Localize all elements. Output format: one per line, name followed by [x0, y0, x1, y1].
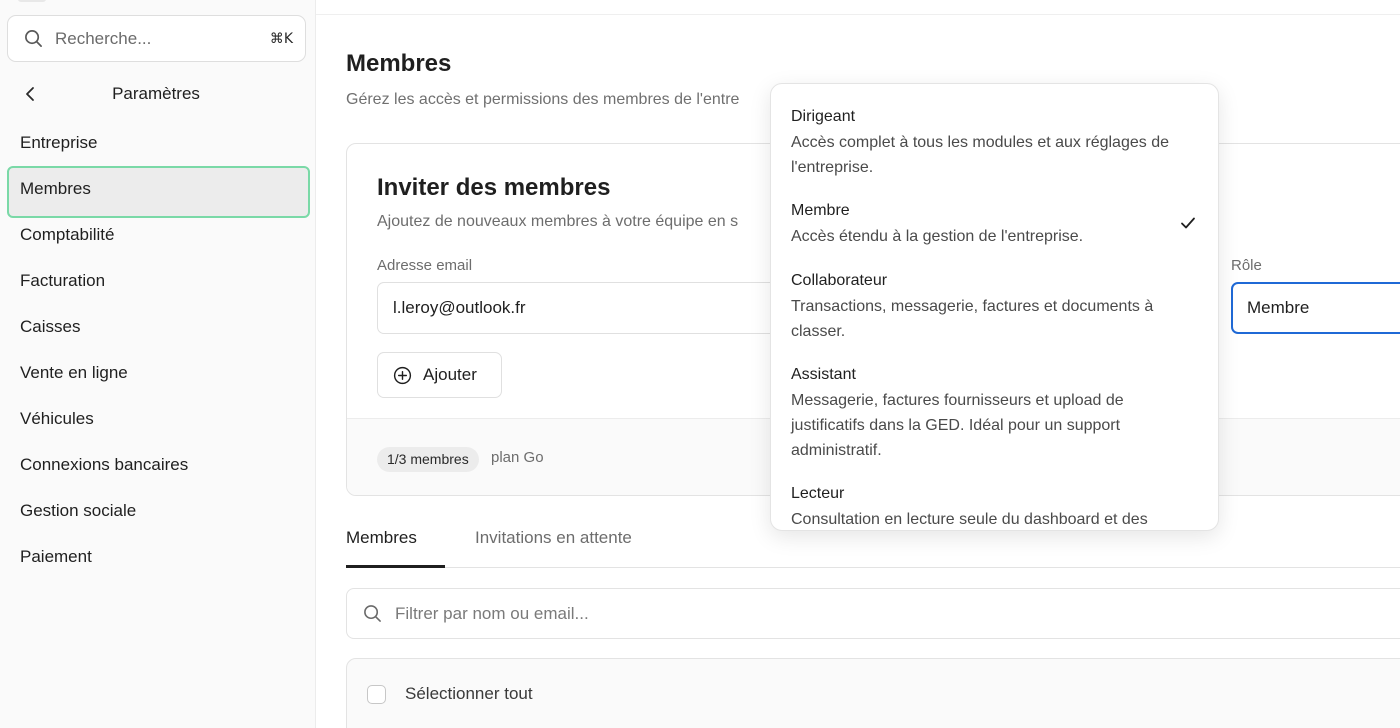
select-all-checkbox[interactable] — [367, 685, 386, 704]
sidebar-item-vente-en-ligne[interactable]: Vente en ligne — [0, 350, 316, 396]
email-label: Adresse email — [377, 257, 473, 274]
role-option-name: Dirigeant — [791, 108, 856, 125]
sidebar-item-label: Vente en ligne — [20, 363, 128, 382]
sidebar-item-label: Caisses — [20, 317, 81, 336]
invite-title: Inviter des membres — [377, 174, 611, 201]
role-option-lecteur[interactable]: Lecteur Consultation en lecture seule du… — [791, 483, 1196, 530]
sidebar-item-entreprise[interactable]: Entreprise — [0, 120, 316, 166]
sidebar-item-label: Paiement — [20, 547, 92, 566]
search-shortcut: ⌘K — [269, 30, 293, 47]
role-option-collaborateur[interactable]: Collaborateur Transactions, messagerie, … — [791, 270, 1196, 344]
sidebar-item-label: Véhicules — [20, 409, 94, 428]
sidebar-item-connexions-bancaires[interactable]: Connexions bancaires — [0, 442, 316, 488]
role-label: Rôle — [1231, 257, 1262, 274]
sidebar-item-facturation[interactable]: Facturation — [0, 258, 316, 304]
members-list-header: Sélectionner tout — [346, 658, 1400, 728]
role-option-assistant[interactable]: Assistant Messagerie, factures fournisse… — [791, 364, 1196, 463]
role-option-dirigeant[interactable]: Dirigeant Accès complet à tous les modul… — [791, 106, 1196, 180]
sidebar-item-vehicules[interactable]: Véhicules — [0, 396, 316, 442]
sidebar-item-label: Entreprise — [20, 133, 98, 152]
filter-box[interactable]: Filtrer par nom ou email... — [346, 588, 1400, 639]
role-option-name: Lecteur — [791, 485, 845, 502]
search-icon — [25, 30, 42, 47]
role-option-desc: Accès complet à tous les modules et aux … — [791, 134, 1169, 176]
select-all-label[interactable]: Sélectionner tout — [405, 684, 533, 704]
sidebar-item-gestion-sociale[interactable]: Gestion sociale — [0, 488, 316, 534]
sidebar-item-label: Gestion sociale — [20, 501, 137, 520]
role-option-membre[interactable]: Membre Accès étendu à la gestion de l'en… — [791, 200, 1196, 249]
sidebar-item-label: Facturation — [20, 271, 106, 290]
role-select[interactable]: Membre — [1231, 282, 1400, 334]
plus-circle-icon — [393, 366, 412, 384]
plan-label: plan Go — [491, 449, 544, 466]
email-field[interactable]: l.leroy@outlook.fr — [377, 282, 797, 334]
sidebar-item-comptabilite[interactable]: Comptabilité — [0, 212, 316, 258]
workspace-chip[interactable] — [18, 0, 46, 2]
role-dropdown: Dirigeant Accès complet à tous les modul… — [770, 83, 1219, 531]
tab-membres[interactable]: Membres — [346, 528, 417, 548]
settings-title: Paramètres — [112, 84, 200, 103]
role-option-desc: Messagerie, factures fournisseurs et upl… — [791, 392, 1124, 459]
add-member-button[interactable]: Ajouter — [377, 352, 502, 398]
app: Recherche... ⌘K Paramètres Entreprise Me… — [0, 0, 1400, 728]
sidebar-item-label: Membres — [20, 179, 91, 198]
settings-back-row: Paramètres — [0, 78, 316, 110]
role-option-name: Membre — [791, 202, 850, 219]
check-icon — [1181, 217, 1195, 229]
role-option-desc: Consultation en lecture seule du dashboa… — [791, 511, 1148, 528]
page-subtitle: Gérez les accès et permissions des membr… — [346, 91, 740, 108]
sidebar-item-membres[interactable]: Membres — [0, 166, 316, 218]
role-option-name: Assistant — [791, 366, 856, 383]
filter-input[interactable]: Filtrer par nom ou email... — [395, 604, 589, 624]
sidebar-item-label: Comptabilité — [20, 225, 115, 244]
role-option-desc: Accès étendu à la gestion de l'entrepris… — [791, 228, 1084, 245]
role-option-desc: Transactions, messagerie, factures et do… — [791, 298, 1154, 340]
sidebar-item-caisses[interactable]: Caisses — [0, 304, 316, 350]
invite-subtitle: Ajoutez de nouveaux membres à votre équi… — [377, 213, 739, 230]
settings-nav: Entreprise Membres Comptabilité Facturat… — [0, 120, 316, 580]
active-tab-indicator — [346, 565, 445, 568]
search-input[interactable]: Recherche... — [55, 29, 270, 49]
header-divider — [316, 14, 1400, 15]
tab-invitations-en-attente[interactable]: Invitations en attente — [475, 528, 632, 548]
member-count-badge: 1/3 membres — [377, 447, 479, 472]
sidebar: Recherche... ⌘K Paramètres Entreprise Me… — [0, 0, 316, 728]
add-member-label: Ajouter — [423, 365, 477, 384]
search-box[interactable]: Recherche... ⌘K — [7, 15, 306, 62]
sidebar-item-label: Connexions bancaires — [20, 455, 189, 474]
sidebar-item-paiement[interactable]: Paiement — [0, 534, 316, 580]
search-icon — [364, 605, 381, 622]
page-title: Membres — [346, 50, 452, 77]
role-option-name: Collaborateur — [791, 272, 888, 289]
